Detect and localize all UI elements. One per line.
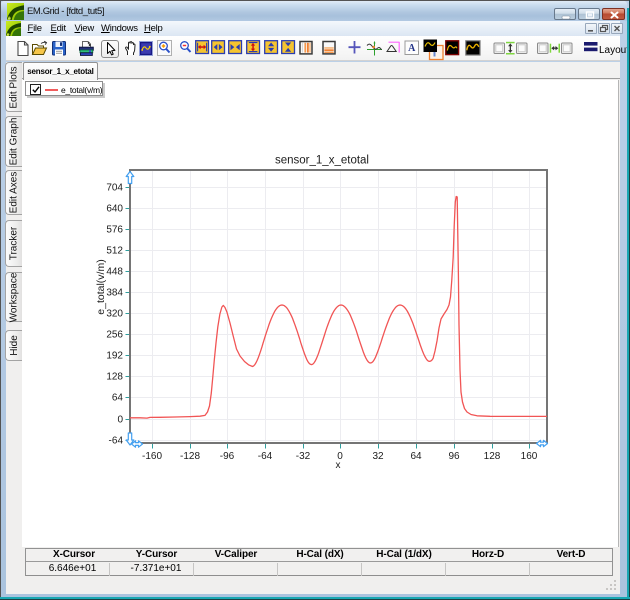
svg-text:192: 192	[106, 351, 123, 362]
svg-text:64: 64	[410, 451, 422, 462]
svg-text:320: 320	[106, 309, 123, 320]
svg-text:576: 576	[106, 225, 123, 236]
svg-text:-32: -32	[296, 451, 311, 462]
svg-text:e_total(v/m): e_total(v/m)	[95, 259, 107, 314]
svg-text:128: 128	[484, 451, 501, 462]
svg-text:640: 640	[106, 204, 123, 215]
svg-text:384: 384	[106, 288, 123, 299]
svg-text:-128: -128	[180, 451, 200, 462]
svg-text:A: A	[408, 43, 416, 54]
svg-text:96: 96	[448, 451, 460, 462]
svg-text:-64: -64	[258, 451, 273, 462]
svg-text:-96: -96	[220, 451, 235, 462]
svg-text:sensor_1_x_etotal: sensor_1_x_etotal	[275, 155, 369, 167]
svg-text:512: 512	[106, 246, 123, 257]
svg-text:0: 0	[117, 415, 123, 426]
svg-text:-160: -160	[142, 451, 162, 462]
svg-text:-64: -64	[109, 436, 124, 447]
svg-text:64: 64	[112, 393, 124, 404]
svg-text:x: x	[336, 460, 341, 471]
svg-text:160: 160	[521, 451, 538, 462]
svg-text:704: 704	[106, 183, 123, 194]
svg-text:448: 448	[106, 267, 123, 278]
svg-text:256: 256	[106, 330, 123, 341]
svg-text:32: 32	[372, 451, 384, 462]
svg-text:128: 128	[106, 372, 123, 383]
